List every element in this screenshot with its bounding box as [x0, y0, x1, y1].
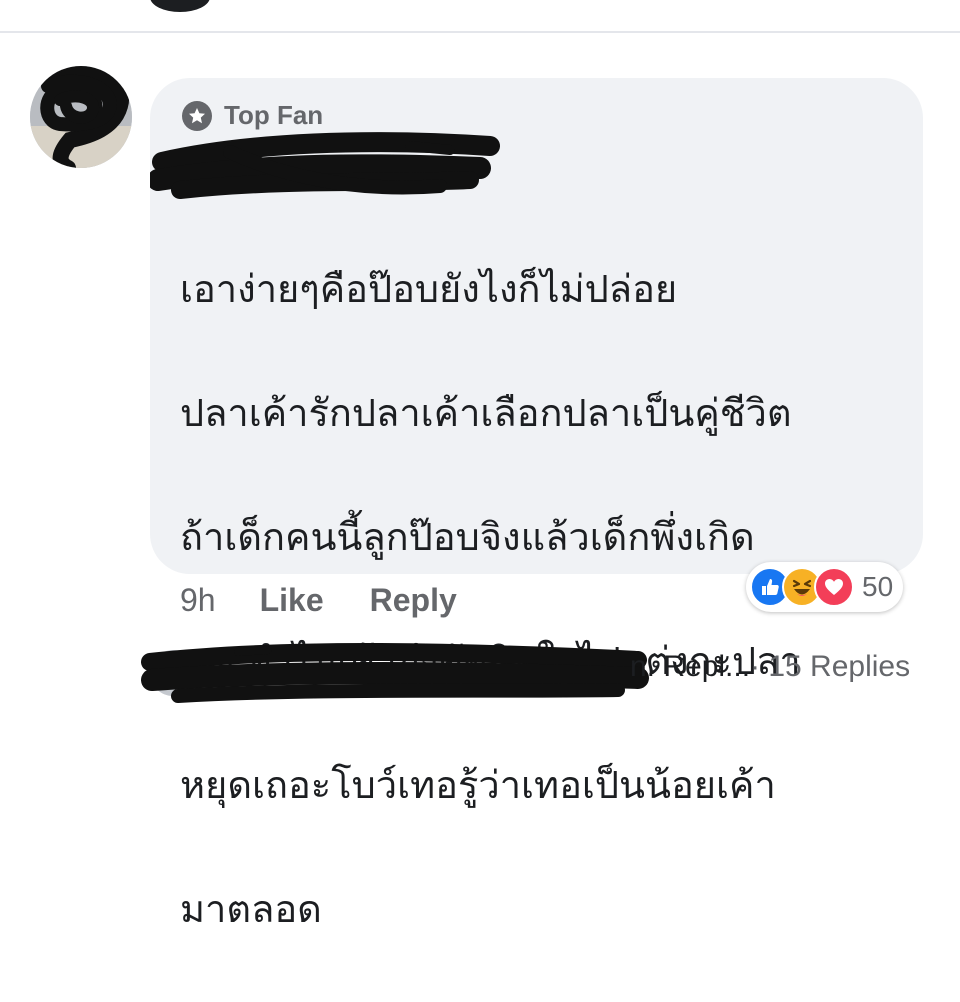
reply-preview[interactable]: n. Repl... [630, 650, 750, 684]
top-fan-badge[interactable]: Top Fan [182, 100, 323, 131]
comment-actions: 9h Like Reply [180, 582, 503, 619]
comment-line: มาตลอด [180, 887, 322, 931]
reactions-summary[interactable]: 50 [746, 562, 904, 612]
badge-label: Top Fan [224, 100, 324, 130]
comment-line: ถ้าเด็กคนนี้ลูกป๊อบจิงแล้วเด็กพึ่งเกิด [180, 515, 755, 559]
comment-line: หยุดเถอะโบว์เทอรู้ว่าเทอเป็นน้อยเค้า [180, 763, 776, 807]
reaction-count: 50 [862, 571, 894, 602]
reply-avatar[interactable] [150, 650, 196, 696]
like-button[interactable]: Like [260, 582, 324, 619]
previous-comment-avatar-fragment [150, 0, 210, 12]
commenter-avatar[interactable] [30, 66, 132, 168]
comment-line: ปลาเค้ารักปลาเค้าเลือกปลาเป็นคู่ชีวิต [180, 391, 792, 435]
divider [0, 31, 960, 33]
star-icon [182, 100, 212, 131]
comment-line: เอาง่ายๆคือป๊อบยังไงก็ไม่ปล่อย [180, 267, 678, 311]
comment-bubble: Top Fan เอาง่ายๆคือป๊อบยังไงก็ไม่ปล่อย ป… [150, 78, 923, 931]
comment-timestamp[interactable]: 9h [180, 582, 216, 619]
redaction-scribble [30, 66, 132, 168]
view-replies-link[interactable]: · 15 Replies [750, 650, 910, 684]
reply-button[interactable]: Reply [370, 582, 457, 619]
love-reaction-icon [814, 567, 854, 607]
